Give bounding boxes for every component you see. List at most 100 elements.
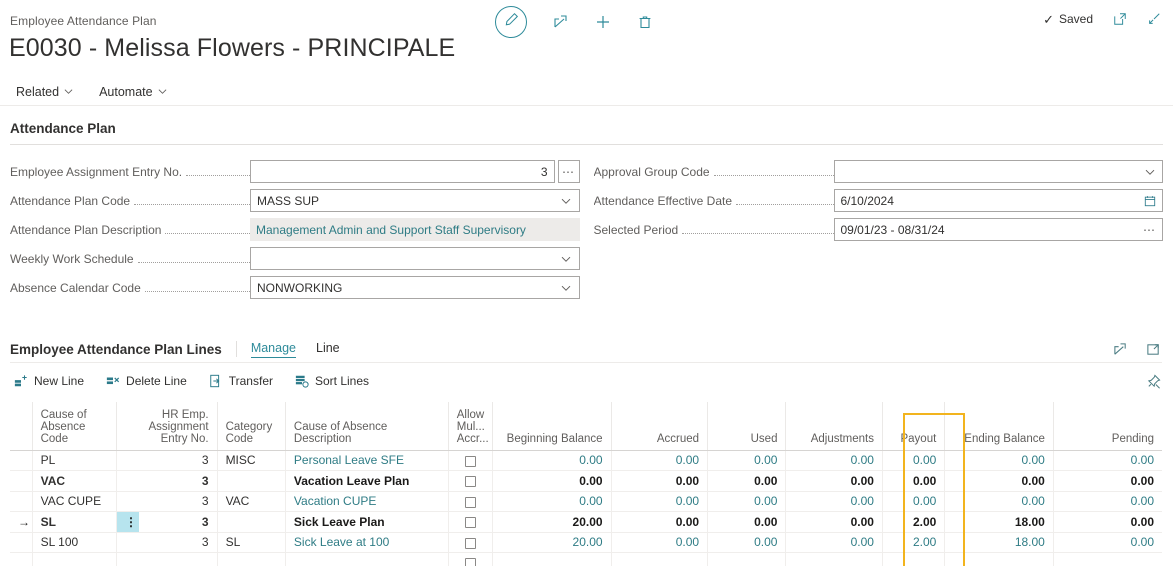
cell-pending[interactable]: 0.00 — [1052, 491, 1162, 512]
cell-accrued[interactable] — [610, 552, 708, 566]
transfer-button[interactable]: Transfer — [209, 374, 273, 388]
table-row[interactable]: → SL ⋮ 3 Sick Leave Plan 20.00 0.00 0.00 0.00 2.0… — [10, 511, 1162, 533]
cell-ending-balance[interactable]: 0.00 — [944, 470, 1054, 492]
cell-adjustments[interactable] — [785, 552, 883, 566]
row-menu-button[interactable] — [116, 491, 139, 512]
cell-payout[interactable]: 0.00 — [881, 491, 945, 512]
cell-accrued[interactable]: 0.00 — [610, 470, 708, 492]
edit-button[interactable] — [495, 6, 527, 38]
cell-beginning-balance[interactable]: 0.00 — [491, 470, 612, 492]
cell-used[interactable]: 0.00 — [707, 491, 786, 512]
cell-category-code[interactable]: MISC — [216, 450, 286, 471]
cell-adjustments[interactable]: 0.00 — [785, 491, 883, 512]
cell-allow-multiple-accrual[interactable] — [447, 491, 493, 512]
cell-category-code[interactable]: VAC — [216, 491, 286, 512]
cell-pending[interactable]: 0.00 — [1052, 450, 1162, 471]
cell-allow-multiple-accrual[interactable] — [447, 532, 493, 553]
cell-category-code[interactable]: SL — [216, 532, 286, 553]
col-header-payout[interactable]: Payout — [881, 402, 945, 451]
new-line-button[interactable]: New Line — [14, 374, 84, 388]
cell-allow-multiple-accrual[interactable] — [447, 470, 493, 492]
cell-cause-of-absence-description[interactable]: Sick Leave at 100 — [284, 532, 449, 553]
checkbox[interactable] — [464, 517, 476, 529]
cell-accrued[interactable]: 0.00 — [610, 450, 708, 471]
cell-cause-of-absence-description[interactable]: Vacation CUPE — [284, 491, 449, 512]
lookup-ellipsis-button[interactable]: ⋯ — [557, 160, 580, 183]
cell-beginning-balance[interactable]: 20.00 — [491, 511, 612, 533]
row-indicator[interactable] — [10, 470, 33, 492]
cell-category-code[interactable] — [216, 470, 286, 492]
cell-category-code[interactable] — [216, 552, 286, 566]
checkbox[interactable] — [464, 476, 476, 488]
row-menu-button[interactable] — [116, 450, 139, 471]
collapse-button[interactable] — [1147, 12, 1161, 26]
col-header-allow-multiple-accrual[interactable]: Allow Mul... Accr... — [447, 402, 493, 451]
col-header-pending[interactable]: Pending — [1052, 402, 1162, 451]
cell-ending-balance[interactable]: 0.00 — [944, 450, 1054, 471]
chevron-down-icon[interactable] — [1143, 165, 1156, 178]
cell-adjustments[interactable]: 0.00 — [785, 532, 883, 553]
row-indicator[interactable] — [10, 552, 33, 566]
cell-used[interactable]: 0.00 — [707, 511, 786, 533]
row-indicator[interactable]: → — [10, 511, 33, 533]
row-menu-button[interactable] — [116, 470, 139, 492]
row-indicator[interactable] — [10, 491, 33, 512]
absence-calendar-code-input[interactable]: NONWORKING — [250, 276, 580, 299]
cell-accrued[interactable]: 0.00 — [610, 532, 708, 553]
cell-hr-emp-assignment-entry-no[interactable]: 3 — [138, 532, 218, 553]
col-header-hr-emp-assignment-entry-no[interactable]: HR Emp. Assignment Entry No. — [138, 402, 218, 451]
cell-ending-balance[interactable]: 18.00 — [944, 511, 1054, 533]
checkbox[interactable] — [464, 496, 476, 508]
col-header-ending-balance[interactable]: Ending Balance — [944, 402, 1054, 451]
cell-hr-emp-assignment-entry-no[interactable]: 3 — [138, 470, 218, 492]
cell-beginning-balance[interactable]: 20.00 — [491, 532, 612, 553]
menu-item-related[interactable]: Related — [14, 83, 75, 101]
chevron-down-icon[interactable] — [560, 252, 573, 265]
cell-adjustments[interactable]: 0.00 — [785, 450, 883, 471]
table-row[interactable]: SL 100 3 SL Sick Leave at 100 20.00 0.00 0.00 0… — [10, 532, 1162, 553]
cell-payout[interactable]: 0.00 — [881, 470, 945, 492]
cell-pending[interactable]: 0.00 — [1052, 532, 1162, 553]
checkbox[interactable] — [464, 455, 476, 467]
cell-used[interactable]: 0.00 — [707, 470, 786, 492]
cell-cause-of-absence-code[interactable]: PL — [31, 450, 117, 471]
selected-period-input[interactable]: 09/01/23 - 08/31/24 ⋯ — [833, 218, 1163, 241]
cell-cause-of-absence-description[interactable]: Personal Leave SFE — [284, 450, 449, 471]
cell-beginning-balance[interactable]: 0.00 — [491, 491, 612, 512]
delete-button[interactable] — [637, 14, 653, 30]
col-header-adjustments[interactable]: Adjustments — [785, 402, 883, 451]
row-indicator[interactable] — [10, 532, 33, 553]
cell-adjustments[interactable]: 0.00 — [785, 511, 883, 533]
cell-payout[interactable]: 2.00 — [881, 532, 945, 553]
cell-cause-of-absence-code[interactable] — [31, 552, 117, 566]
checkbox[interactable] — [464, 537, 476, 549]
fasttab-attendance-plan[interactable]: Attendance Plan — [10, 120, 1163, 145]
attendance-plan-code-input[interactable]: MASS SUP — [250, 189, 580, 212]
share-button[interactable] — [553, 14, 569, 30]
cell-hr-emp-assignment-entry-no[interactable]: 3 — [138, 511, 218, 533]
tab-line[interactable]: Line — [316, 341, 340, 357]
col-header-cause-of-absence-description[interactable]: Cause of Absence Description — [284, 402, 449, 451]
chevron-down-icon[interactable] — [560, 281, 573, 294]
cell-pending[interactable] — [1052, 552, 1162, 566]
cell-ending-balance[interactable]: 18.00 — [944, 532, 1054, 553]
weekly-work-schedule-input[interactable] — [250, 247, 580, 270]
row-menu-button[interactable]: ⋮ — [116, 511, 139, 533]
unpin-button[interactable] — [1146, 374, 1161, 389]
cell-allow-multiple-accrual[interactable] — [447, 450, 493, 471]
table-row[interactable] — [10, 552, 1162, 566]
cell-cause-of-absence-description[interactable] — [284, 552, 449, 566]
cell-used[interactable]: 0.00 — [707, 532, 786, 553]
cell-pending[interactable]: 0.00 — [1052, 511, 1162, 533]
cell-beginning-balance[interactable]: 0.00 — [491, 450, 612, 471]
cell-payout[interactable] — [881, 552, 945, 566]
cell-accrued[interactable]: 0.00 — [610, 511, 708, 533]
col-header-category-code[interactable]: Category Code — [216, 402, 286, 451]
cell-category-code[interactable] — [216, 511, 286, 533]
cell-cause-of-absence-code[interactable]: SL 100 — [31, 532, 117, 553]
cell-ending-balance[interactable]: 0.00 — [944, 491, 1054, 512]
cell-hr-emp-assignment-entry-no[interactable]: 3 — [138, 450, 218, 471]
col-header-used[interactable]: Used — [707, 402, 786, 451]
cell-cause-of-absence-code[interactable]: SL — [31, 511, 117, 533]
cell-used[interactable]: 0.00 — [707, 450, 786, 471]
